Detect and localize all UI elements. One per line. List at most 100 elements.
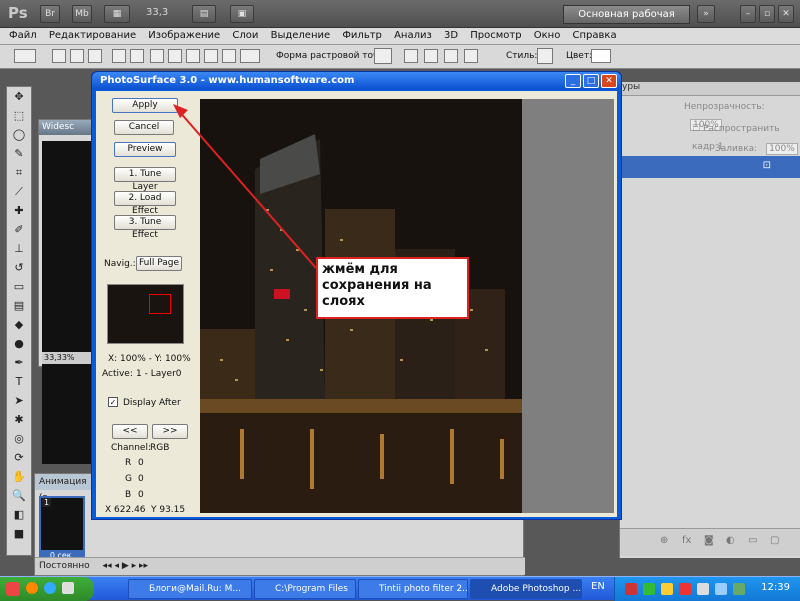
- zoom-tool-icon[interactable]: 🔍: [7, 486, 31, 505]
- tune-effect-button[interactable]: 3. Tune Effect: [114, 215, 176, 240]
- apply-button[interactable]: Apply: [112, 98, 178, 113]
- cancel-button[interactable]: Cancel: [114, 120, 174, 135]
- tool-preset-icon[interactable]: [14, 49, 36, 63]
- group-icon[interactable]: ▭: [748, 535, 757, 546]
- ie-icon[interactable]: [44, 582, 56, 594]
- style-picker[interactable]: [537, 48, 553, 64]
- bridge-button[interactable]: Br: [40, 5, 60, 23]
- 3d-orbit-icon[interactable]: ⟳: [7, 448, 31, 467]
- menu-layers[interactable]: Слои: [223, 28, 258, 44]
- dialog-close-icon[interactable]: ✕: [601, 74, 617, 88]
- navigator-viewport[interactable]: [149, 294, 171, 314]
- menu-3d[interactable]: 3D: [435, 28, 458, 44]
- brush-tool-icon[interactable]: ✐: [7, 220, 31, 239]
- menu-image[interactable]: Изображение: [139, 28, 220, 44]
- arrange-documents-button[interactable]: ▤: [192, 5, 216, 23]
- language-indicator[interactable]: EN: [591, 581, 605, 592]
- menu-select[interactable]: Выделение: [262, 28, 331, 44]
- link-icon[interactable]: ⊕: [660, 535, 668, 546]
- start-button[interactable]: [0, 577, 94, 601]
- combine-icon[interactable]: [404, 49, 418, 63]
- screen-mode-button[interactable]: ▣: [230, 5, 254, 23]
- task-photoshop[interactable]: Adobe Photoshop ...: [470, 579, 582, 599]
- move-tool-icon[interactable]: ✥: [7, 87, 31, 106]
- tray-antivirus-icon[interactable]: [679, 583, 691, 595]
- rectangle-icon[interactable]: [150, 49, 164, 63]
- menu-help[interactable]: Справка: [564, 28, 617, 44]
- task-program-files[interactable]: C:\Program Files: [254, 579, 356, 599]
- menu-file[interactable]: Файл: [0, 28, 37, 44]
- task-tintii[interactable]: Tintii photo filter 2....: [358, 579, 468, 599]
- default-colors-icon[interactable]: ◧: [7, 505, 31, 524]
- load-effect-button[interactable]: 2. Load Effect: [114, 191, 176, 216]
- loop-select[interactable]: Постоянно: [39, 561, 90, 571]
- rounded-rect-icon[interactable]: [168, 49, 182, 63]
- tray-mail-icon[interactable]: [661, 583, 673, 595]
- shape-layers-icon[interactable]: [52, 49, 66, 63]
- desktop-icon[interactable]: [62, 582, 74, 594]
- menu-analysis[interactable]: Анализ: [385, 28, 432, 44]
- blur-icon[interactable]: ◆: [7, 315, 31, 334]
- document-title[interactable]: Widesc: [39, 120, 93, 135]
- firefox-icon[interactable]: [26, 582, 38, 594]
- menu-edit[interactable]: Редактирование: [40, 28, 136, 44]
- mask-icon[interactable]: ◙: [704, 535, 714, 546]
- color-swatch[interactable]: [591, 49, 611, 63]
- paths-icon[interactable]: [70, 49, 84, 63]
- marquee-tool-icon[interactable]: ⬚: [7, 106, 31, 125]
- new-layer-icon[interactable]: ▢: [770, 535, 779, 546]
- exclude-icon[interactable]: [464, 49, 478, 63]
- tray-network-icon[interactable]: [643, 583, 655, 595]
- polygon-icon[interactable]: [204, 49, 218, 63]
- ellipse-icon[interactable]: [186, 49, 200, 63]
- animation-tab[interactable]: Анимация (в: [35, 474, 97, 503]
- eyedropper-icon[interactable]: ⟋: [7, 182, 31, 201]
- restore-icon[interactable]: ▫: [759, 5, 775, 23]
- subtract-icon[interactable]: [424, 49, 438, 63]
- tray-display-icon[interactable]: [715, 583, 727, 595]
- tray-app-icon[interactable]: [625, 583, 637, 595]
- zoom-level[interactable]: 33,3: [146, 7, 168, 18]
- 3d-rotate-icon[interactable]: ◎: [7, 429, 31, 448]
- color-swatches-icon[interactable]: ■: [7, 524, 31, 554]
- propagate-checkbox[interactable]: ☐: [692, 124, 703, 134]
- pen-tool-icon[interactable]: ✒: [7, 353, 31, 372]
- dialog-title[interactable]: PhotoSurface 3.0 - www.humansoftware.com: [92, 72, 621, 90]
- menu-filter[interactable]: Фильтр: [333, 28, 382, 44]
- tune-layer-button[interactable]: 1. Tune Layer: [114, 167, 176, 192]
- crop-tool-icon[interactable]: ⌗: [7, 163, 31, 182]
- playback-controls-icon[interactable]: ◂◂ ◂ ▶ ▸ ▸▸: [103, 561, 148, 571]
- layers-tab[interactable]: уры: [620, 82, 800, 96]
- quick-select-icon[interactable]: ✎: [7, 144, 31, 163]
- tray-usb-icon[interactable]: [733, 583, 745, 595]
- fill-value[interactable]: 100%: [766, 143, 798, 155]
- dodge-icon[interactable]: ●: [7, 334, 31, 353]
- preview-button[interactable]: Preview: [114, 142, 176, 157]
- custom-shape-tool-icon[interactable]: ✱: [7, 410, 31, 429]
- workspace-switcher[interactable]: Основная рабочая среда: [563, 5, 690, 37]
- document-zoom[interactable]: 33,33%: [42, 352, 92, 364]
- minimize-icon[interactable]: –: [740, 5, 756, 23]
- hand-tool-icon[interactable]: ✋: [7, 467, 31, 486]
- menu-view[interactable]: Просмотр: [461, 28, 521, 44]
- eraser-icon[interactable]: ▭: [7, 277, 31, 296]
- type-tool-icon[interactable]: T: [7, 372, 31, 391]
- path-select-icon[interactable]: ➤: [7, 391, 31, 410]
- fill-pixels-icon[interactable]: [88, 49, 102, 63]
- next-button[interactable]: >>: [152, 424, 188, 439]
- clone-stamp-icon[interactable]: ⊥: [7, 239, 31, 258]
- fx-icon[interactable]: fx: [682, 535, 691, 546]
- dialog-minimize-icon[interactable]: _: [565, 74, 581, 88]
- expand-icon[interactable]: »: [697, 5, 715, 23]
- pen-icon[interactable]: [112, 49, 126, 63]
- display-after-checkbox[interactable]: ✓: [108, 397, 118, 407]
- custom-shape-icon[interactable]: [240, 49, 260, 63]
- history-brush-icon[interactable]: ↺: [7, 258, 31, 277]
- task-mail-blog[interactable]: Блоги@Mail.Ru: M...: [128, 579, 252, 599]
- close-icon[interactable]: ✕: [778, 5, 794, 23]
- gradient-icon[interactable]: ▤: [7, 296, 31, 315]
- healing-brush-icon[interactable]: ✚: [7, 201, 31, 220]
- adjustment-icon[interactable]: ◐: [726, 535, 735, 546]
- view-extras-button[interactable]: ▦: [104, 5, 130, 23]
- animation-frame[interactable]: 1: [39, 496, 85, 552]
